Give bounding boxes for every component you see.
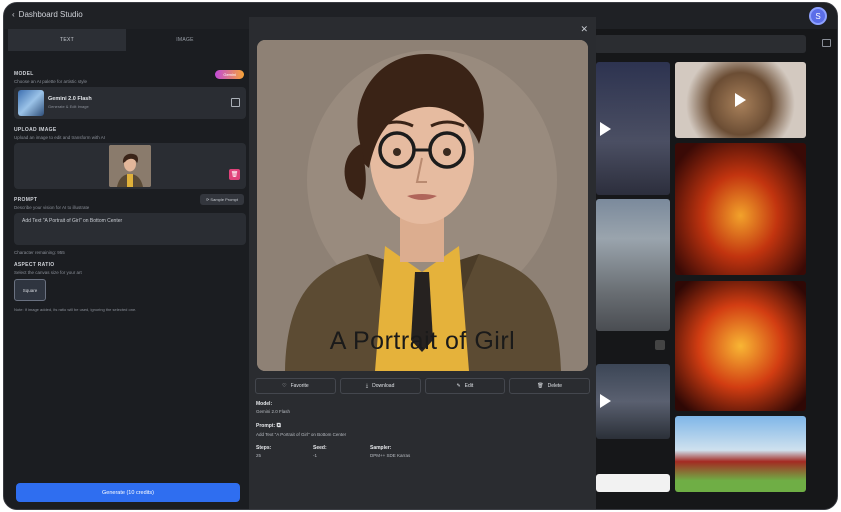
meta-model-value: Gemini 2.0 Flash	[256, 409, 291, 414]
model-hint: Choose an AI palette for artistic style	[14, 79, 88, 84]
swap-icon[interactable]	[231, 98, 240, 107]
delete-label: Delete	[547, 383, 563, 389]
meta-steps-value: 25	[256, 453, 262, 458]
meta-model-key: Model:	[256, 401, 273, 407]
meta-steps: Steps: 25	[256, 445, 271, 458]
model-thumbnail	[18, 90, 44, 116]
meta-prompt-value: Add Text "A Portrait of Girl" on Bottom …	[256, 432, 347, 437]
uploaded-image-thumbnail	[109, 145, 151, 187]
chevron-left-icon: ‹	[12, 10, 15, 19]
back-link[interactable]: ‹ Dashboard Studio	[12, 10, 83, 19]
gallery-item[interactable]	[675, 143, 806, 275]
prompt-input[interactable]: Add Text "A Portrait of Girl" on Bottom …	[14, 213, 246, 245]
meta-sampler-value: DPM++ SDE Karras	[370, 453, 411, 458]
meta-prompt-key: Prompt: ⧉	[256, 423, 346, 430]
play-icon	[600, 122, 611, 136]
prompt-section: PROMPT Describe your vision for AI to il…	[14, 194, 246, 255]
ratio-square-button[interactable]: Square	[14, 279, 46, 301]
model-selector[interactable]: Gemini 2.0 Flash Generate & Edit Image	[14, 87, 246, 119]
edit-label: Edit	[464, 383, 474, 389]
gallery-search-bar[interactable]	[594, 35, 806, 53]
model-label: MODEL	[14, 71, 34, 77]
tab-image[interactable]: IMAGE	[126, 29, 244, 51]
upload-label: UPLOAD IMAGE	[14, 127, 57, 133]
meta-prompt-key-label: Prompt:	[256, 423, 276, 429]
gallery-item[interactable]	[596, 62, 670, 195]
aspect-hint: Select the canvas size for your art	[14, 270, 82, 275]
model-name: Gemini 2.0 Flash	[48, 96, 92, 102]
meta-sampler: Sampler: DPM++ SDE Karras	[370, 445, 410, 458]
model-section: MODEL Choose an AI palette for artistic …	[14, 70, 246, 119]
gallery-item[interactable]	[675, 62, 806, 138]
prompt-hint: Describe your vision for AI to illustrat…	[14, 205, 90, 210]
generate-button[interactable]: Generate (10 credits)	[16, 483, 240, 502]
download-button[interactable]: ⤓ Download	[339, 378, 421, 394]
portrait-illustration	[257, 40, 588, 371]
meta-steps-key: Steps:	[256, 445, 272, 451]
gallery-item[interactable]	[596, 364, 670, 439]
aspect-label: ASPECT RATIO	[14, 262, 55, 268]
meta-sampler-key: Sampler:	[370, 445, 392, 451]
back-label: Dashboard Studio	[18, 10, 83, 19]
gallery-item[interactable]	[596, 474, 670, 492]
meta-prompt: Prompt: ⧉ Add Text "A Portrait of Girl" …	[256, 423, 346, 437]
close-icon[interactable]: ✕	[580, 24, 588, 35]
upload-dropzone[interactable]: 🗑	[14, 143, 246, 189]
upload-section: UPLOAD IMAGE Upload an image to edit and…	[14, 127, 246, 189]
meta-seed-key: Seed:	[313, 445, 327, 451]
meta-seed-value: -1	[313, 453, 318, 458]
gallery-item-menu[interactable]	[655, 340, 665, 350]
gallery-panel	[594, 29, 837, 509]
aspect-section: ASPECT RATIO Select the canvas size for …	[14, 262, 244, 312]
mode-tabs: TEXT IMAGE	[8, 29, 244, 51]
remove-image-button[interactable]: 🗑	[229, 169, 240, 180]
play-icon	[600, 394, 611, 408]
left-panel: TEXT IMAGE MODEL Choose an AI palette fo…	[4, 29, 248, 509]
generated-image: A Portrait of Girl	[257, 40, 588, 371]
play-icon	[735, 93, 746, 107]
favorite-label: Favorite	[290, 383, 309, 389]
image-detail-modal: ✕ A Portrait of Girl ♡ Favorite ⤓ Downlo…	[249, 17, 596, 509]
meta-seed: Seed: -1	[313, 445, 327, 458]
gallery-item[interactable]	[675, 281, 806, 411]
sample-prompt-label: Sample Prompt	[210, 197, 238, 202]
download-label: Download	[372, 383, 395, 389]
favorite-button[interactable]: ♡ Favorite	[255, 378, 336, 394]
image-caption: A Portrait of Girl	[329, 327, 516, 355]
tab-text[interactable]: TEXT	[8, 29, 126, 51]
meta-model: Model: Gemini 2.0 Flash	[256, 401, 290, 414]
modal-actions: ♡ Favorite ⤓ Download ✎ Edit 🗑 Delete	[255, 378, 590, 394]
download-icon: ⤓	[365, 383, 369, 389]
model-badge: Gemini	[215, 70, 244, 79]
trash-icon: 🗑	[537, 383, 544, 389]
edit-button[interactable]: ✎ Edit	[424, 378, 506, 394]
avatar[interactable]: S	[809, 7, 827, 25]
char-remaining: Character remaining: 955	[14, 250, 65, 255]
model-subtitle: Generate & Edit Image	[48, 104, 89, 109]
copy-icon[interactable]: ⧉	[277, 423, 281, 429]
upload-hint: Upload an image to edit and transform wi…	[14, 135, 106, 140]
panel-toggle-icon[interactable]	[822, 39, 831, 47]
heart-icon: ♡	[282, 383, 287, 389]
gallery-item[interactable]	[675, 416, 806, 492]
edit-icon: ✎	[456, 383, 461, 389]
app-window: ‹ Dashboard Studio S TEXT IMAGE MODEL Ch…	[3, 2, 838, 510]
aspect-note: Note: If image added, its ratio will be …	[14, 307, 137, 312]
gallery-item[interactable]	[596, 199, 670, 331]
sample-prompt-button[interactable]: ⟳ Sample Prompt	[199, 194, 244, 205]
delete-button[interactable]: 🗑 Delete	[509, 378, 590, 394]
trash-icon: 🗑	[230, 172, 239, 178]
